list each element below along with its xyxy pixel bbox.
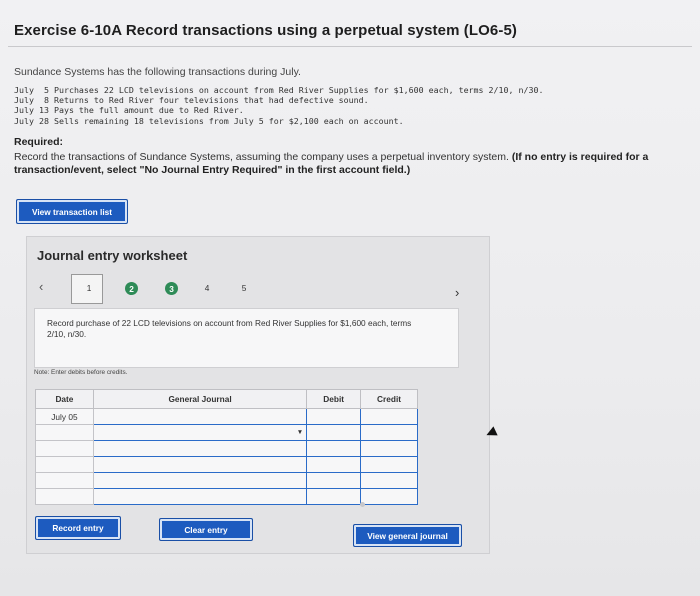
account-input[interactable] [92,456,308,473]
step-4[interactable]: 4 [201,282,213,294]
account-input[interactable] [92,488,308,505]
intro-text: Sundance Systems has the following trans… [14,66,301,78]
table-row: ▼ [35,424,418,441]
transaction-item: July 13 Pays the full amount due to Red … [14,105,244,116]
debit-input[interactable] [306,440,362,457]
step-1[interactable]: 1 [83,282,95,294]
credit-input[interactable] [360,440,418,457]
credit-header: Credit [360,389,418,409]
credit-input[interactable] [360,456,418,473]
table-row [35,440,418,457]
journal-table: Date General Journal Debit Credit July 0… [35,389,418,505]
account-input[interactable] [92,408,308,425]
table-row [35,472,418,489]
view-general-journal-button[interactable]: View general journal [353,524,462,547]
transaction-item: July 28 Sells remaining 18 televisions f… [14,115,404,126]
transaction-list: July 5 Purchases 22 LCD televisions on a… [14,85,544,126]
table-row [35,456,418,473]
clear-entry-button[interactable]: Clear entry [159,518,253,541]
general-journal-header: General Journal [92,389,308,409]
credit-input[interactable] [360,424,418,441]
credit-input[interactable] [360,472,418,489]
date-cell[interactable] [35,456,94,473]
entry-description: Record purchase of 22 LCD televisions on… [47,318,412,339]
debit-input[interactable] [306,488,362,505]
debit-input[interactable] [306,424,362,441]
record-entry-button[interactable]: Record entry [35,516,121,540]
step-5[interactable]: 5 [238,282,250,294]
step-3-completed[interactable]: 3 [165,282,178,295]
step-2-completed[interactable]: 2 [125,282,138,295]
date-header: Date [35,389,94,409]
debit-header: Debit [306,389,362,409]
date-cell[interactable] [35,472,94,489]
debit-input[interactable] [306,472,362,489]
caret-down-icon[interactable]: ▼ [297,429,303,436]
debit-input[interactable] [306,408,362,425]
transaction-item: July 8 Returns to Red River four televis… [14,95,369,106]
table-row: July 05 [35,408,418,425]
account-input[interactable] [92,472,308,489]
entry-description-box: Record purchase of 22 LCD televisions on… [34,308,459,368]
date-cell[interactable] [35,488,94,505]
debit-input[interactable] [306,456,362,473]
table-header-row: Date General Journal Debit Credit [35,389,418,409]
credit-input[interactable] [360,408,418,425]
credit-input[interactable] [360,488,418,505]
chevron-right-icon[interactable]: › [455,285,459,300]
date-cell[interactable] [35,424,94,441]
debits-note: Note: Enter debits before credits. [34,369,128,376]
required-heading: Required: [14,136,64,148]
page: Exercise 6-10A Record transactions using… [0,0,700,596]
required-text: Record the transactions of Sundance Syst… [14,151,694,177]
transaction-item: July 5 Purchases 22 LCD televisions on a… [14,85,544,95]
divider [8,46,692,47]
account-input[interactable] [92,440,308,457]
worksheet-title: Journal entry worksheet [37,248,188,263]
date-cell[interactable] [35,440,94,457]
required-instruction: Record the transactions of Sundance Syst… [14,151,509,163]
account-select[interactable]: ▼ [92,424,308,441]
chevron-left-icon[interactable]: ‹ [39,279,43,294]
decorative-dot [360,502,365,507]
date-cell[interactable]: July 05 [35,408,94,425]
journal-entry-worksheet: Journal entry worksheet ‹ 1 2 3 4 5 › Re… [26,236,490,554]
page-title: Exercise 6-10A Record transactions using… [14,22,517,39]
view-transaction-list-button[interactable]: View transaction list [16,199,128,224]
